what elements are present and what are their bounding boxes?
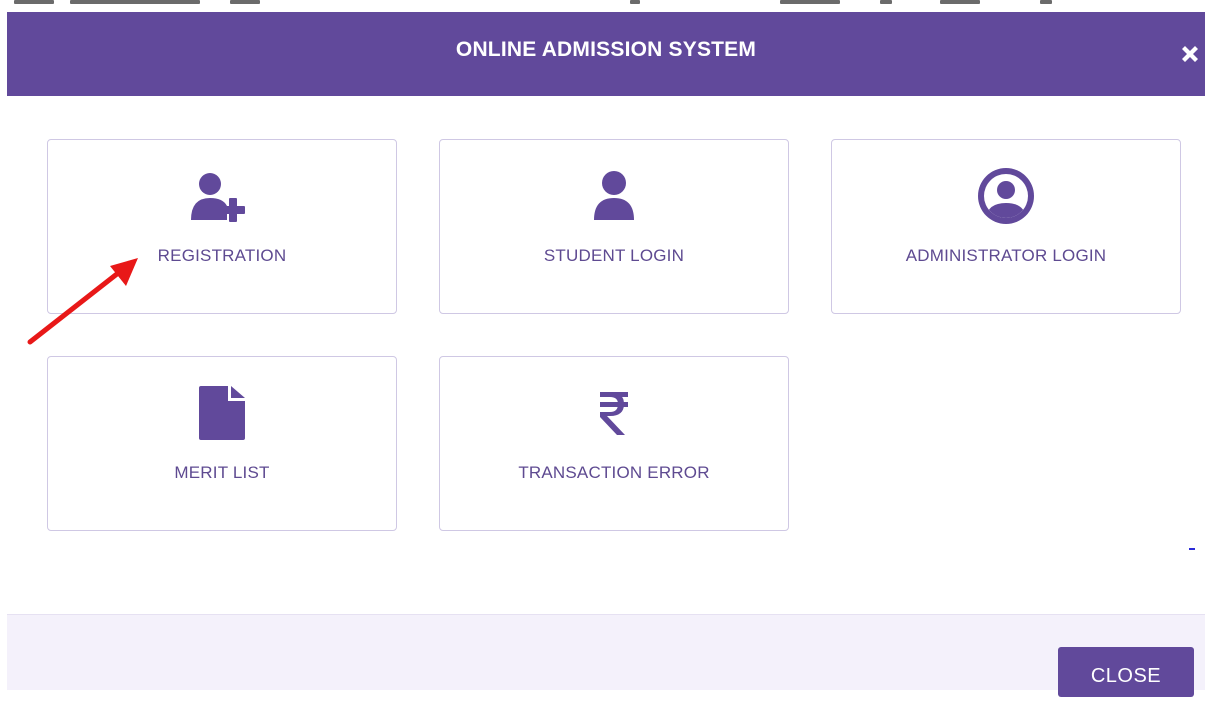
stray-dash <box>1189 548 1195 550</box>
merit-list-label: MERIT LIST <box>174 463 270 482</box>
background-page-strip <box>0 0 1205 12</box>
user-icon <box>440 168 788 224</box>
transaction-error-label: TRANSACTION ERROR <box>518 463 710 482</box>
student-login-card[interactable]: STUDENT LOGIN <box>439 139 789 314</box>
modal-footer: CLOSE <box>7 614 1205 697</box>
merit-list-card[interactable]: MERIT LIST <box>47 356 397 531</box>
rupee-icon <box>440 385 788 441</box>
user-plus-icon <box>48 168 396 224</box>
document-icon <box>48 385 396 441</box>
user-circle-icon <box>832 168 1180 224</box>
administrator-login-label: ADMINISTRATOR LOGIN <box>905 246 1107 265</box>
annotation-arrow <box>22 250 142 350</box>
administrator-login-card[interactable]: ADMINISTRATOR LOGIN <box>831 139 1181 314</box>
modal-body: REGISTRATION STUDENT LOGIN ADMINISTRATOR… <box>7 96 1205 614</box>
transaction-error-card[interactable]: TRANSACTION ERROR <box>439 356 789 531</box>
close-x-icon[interactable] <box>1177 41 1203 67</box>
student-login-label: STUDENT LOGIN <box>543 246 685 265</box>
modal-title: ONLINE ADMISSION SYSTEM <box>455 38 757 61</box>
modal-header: ONLINE ADMISSION SYSTEM <box>7 12 1205 96</box>
